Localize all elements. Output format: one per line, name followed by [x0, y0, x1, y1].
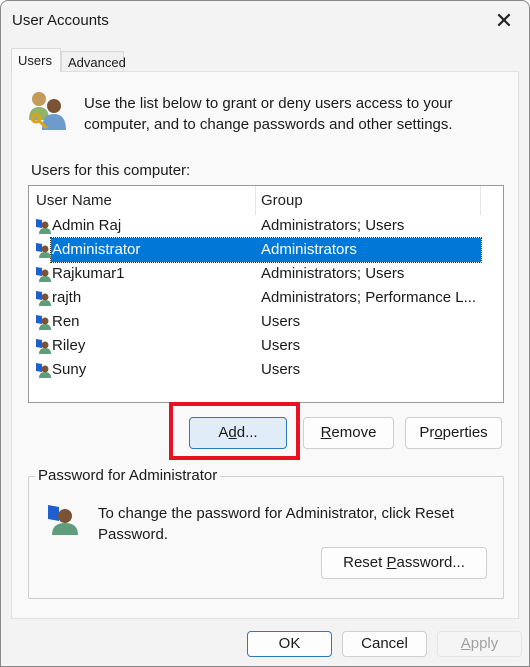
remove-label: emove — [331, 424, 377, 441]
remove-button[interactable]: Remove — [303, 417, 394, 449]
add-label-mnemonic: d — [228, 424, 237, 441]
remove-label-mnemonic: R — [320, 424, 332, 441]
reset-label-mnemonic: P — [386, 554, 397, 571]
apply-button[interactable]: Apply — [437, 631, 522, 657]
user-group: Administrators; Users — [261, 217, 405, 234]
user-group: Administrators; Performance L... — [261, 289, 477, 306]
column-divider[interactable] — [255, 186, 256, 215]
user-icon — [36, 339, 51, 354]
column-header-user-name[interactable]: User Name — [36, 186, 112, 215]
user-row[interactable]: Ren Users — [29, 310, 481, 334]
password-line-1: To change the password for Administrator… — [98, 505, 455, 522]
user-group: Users — [261, 337, 301, 354]
users-key-icon — [29, 92, 66, 130]
password-text: To change the password for Administrator… — [98, 503, 454, 545]
column-divider — [480, 186, 481, 215]
user-computer-icon — [48, 505, 78, 535]
add-label: A — [218, 424, 229, 441]
user-row[interactable]: rajth Administrators; Performance L... — [29, 286, 481, 310]
column-header-group[interactable]: Group — [261, 186, 303, 215]
reset-label: Reset — [343, 554, 387, 571]
users-list[interactable]: User Name Group Admin Raj Administrators;… — [28, 185, 504, 403]
user-row[interactable]: Rajkumar1 Administrators; Users — [29, 262, 481, 286]
user-icon — [36, 315, 51, 330]
tab-advanced[interactable]: Advanced — [61, 51, 126, 72]
apply-label-mnemonic: A — [460, 635, 471, 652]
user-name: Ren — [52, 313, 80, 330]
properties-label-rest: perties — [442, 424, 488, 441]
intro-line-1: Use the list below to grant or deny user… — [84, 95, 453, 112]
user-name: Rajkumar1 — [52, 265, 125, 282]
properties-label-mnemonic: o — [434, 424, 443, 441]
user-row[interactable]: Suny Users — [29, 358, 481, 382]
properties-label: Pr — [419, 424, 435, 441]
user-name: rajth — [52, 289, 82, 306]
user-icon — [36, 219, 51, 234]
window-title: User Accounts — [12, 12, 109, 29]
password-group-legend: Password for Administrator — [35, 467, 221, 484]
user-row[interactable]: Riley Users — [29, 334, 481, 358]
close-icon[interactable]: ✕ — [491, 9, 517, 35]
user-row[interactable]: Admin Raj Administrators; Users — [29, 214, 481, 238]
reset-label-rest: assword... — [396, 554, 465, 571]
user-icon — [36, 243, 51, 258]
ok-button[interactable]: OK — [247, 631, 332, 657]
user-group: Users — [261, 313, 301, 330]
intro-text: Use the list below to grant or deny user… — [84, 93, 453, 135]
user-name: Administrator — [52, 241, 141, 258]
apply-label: pply — [470, 635, 499, 652]
password-line-2: Password. — [98, 526, 169, 543]
user-name: Suny — [52, 361, 87, 378]
intro-line-2: computer, and to change passwords and ot… — [84, 116, 453, 133]
cancel-button[interactable]: Cancel — [342, 631, 427, 657]
user-icon — [36, 363, 51, 378]
user-row[interactable]: Administrator Administrators — [29, 237, 482, 263]
user-name: Admin Raj — [52, 217, 122, 234]
user-group: Users — [261, 361, 301, 378]
tab-users[interactable]: Users — [11, 48, 61, 72]
properties-button[interactable]: Properties — [405, 417, 502, 449]
user-icon — [36, 267, 51, 282]
reset-password-button[interactable]: Reset Password... — [321, 547, 487, 579]
user-accounts-window: User Accounts ✕ Users Advanced Use the l… — [0, 0, 530, 667]
add-button[interactable]: Add... — [189, 417, 287, 449]
user-name: Riley — [52, 337, 86, 354]
add-label-rest: d... — [236, 424, 258, 441]
users-list-label: Users for this computer: — [31, 162, 191, 179]
user-group: Administrators — [261, 241, 357, 258]
user-group: Administrators; Users — [261, 265, 405, 282]
user-icon — [36, 291, 51, 306]
